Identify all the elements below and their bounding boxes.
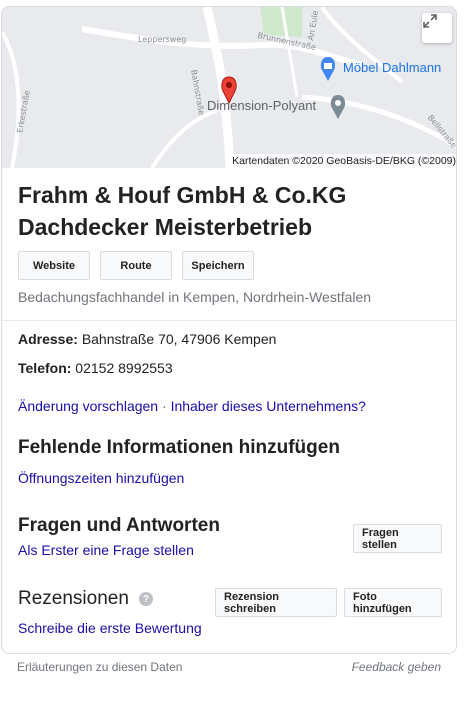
phone-row: Telefon: 02152 8992553 <box>18 360 173 376</box>
map-preview[interactable]: Leppersweg Brunnenstraße Bahnstraße An E… <box>2 7 456 168</box>
map-canvas <box>2 7 456 168</box>
save-button[interactable]: Speichern <box>182 251 254 280</box>
reviews-heading: Rezensionen <box>18 588 129 609</box>
missing-info-heading: Fehlende Informationen hinzufügen <box>18 437 340 458</box>
help-icon[interactable]: ? <box>138 592 153 606</box>
qa-heading: Fragen und Antworten <box>18 515 220 536</box>
route-button[interactable]: Route <box>100 251 172 280</box>
map-attribution: Kartendaten ©2020 GeoBasis-DE/BKG (©2009… <box>228 154 456 168</box>
edit-links: Änderung vorschlagen · Inhaber dieses Un… <box>18 398 366 414</box>
poi-label-dimension[interactable]: Dimension-Polyant <box>207 98 316 113</box>
action-buttons: Website Route Speichern <box>18 251 254 280</box>
divider <box>2 320 456 321</box>
business-category: Bedachungsfachhandel in Kempen, Nordrhei… <box>18 289 372 305</box>
address-label: Adresse: <box>18 331 78 347</box>
first-question-link[interactable]: Als Erster eine Frage stellen <box>18 542 194 558</box>
add-photo-button[interactable]: Foto hinzufügen <box>344 588 442 617</box>
feedback-link[interactable]: Feedback geben <box>352 660 441 674</box>
ask-question-button[interactable]: Fragen stellen <box>353 524 442 553</box>
street-label: Leppersweg <box>138 35 187 44</box>
owner-link[interactable]: Inhaber dieses Unternehmens? <box>171 398 366 414</box>
expand-map-button[interactable] <box>422 13 452 43</box>
first-review-link[interactable]: Schreibe die erste Bewertung <box>18 620 202 636</box>
write-review-button[interactable]: Rezension schreiben <box>215 588 337 617</box>
reviews-heading-row: Rezensionen ? <box>18 588 153 610</box>
data-explanation-link[interactable]: Erläuterungen zu diesen Daten <box>17 660 182 674</box>
business-title: Frahm & Houf GmbH & Co.KG Dachdecker Mei… <box>18 182 347 240</box>
add-hours-link[interactable]: Öffnungszeiten hinzufügen <box>18 470 184 486</box>
phone-label: Telefon: <box>18 360 72 376</box>
knowledge-panel: Leppersweg Brunnenstraße Bahnstraße An E… <box>1 6 457 654</box>
suggest-edit-link[interactable]: Änderung vorschlagen <box>18 398 158 414</box>
poi-label-moebel[interactable]: Möbel Dahlmann <box>343 60 441 75</box>
website-button[interactable]: Website <box>18 251 90 280</box>
link-separator: · <box>162 398 167 414</box>
expand-icon <box>423 14 437 28</box>
phone-value[interactable]: 02152 8992553 <box>75 360 172 376</box>
address-row: Adresse: Bahnstraße 70, 47906 Kempen <box>18 331 276 347</box>
address-value[interactable]: Bahnstraße 70, 47906 Kempen <box>82 331 277 347</box>
